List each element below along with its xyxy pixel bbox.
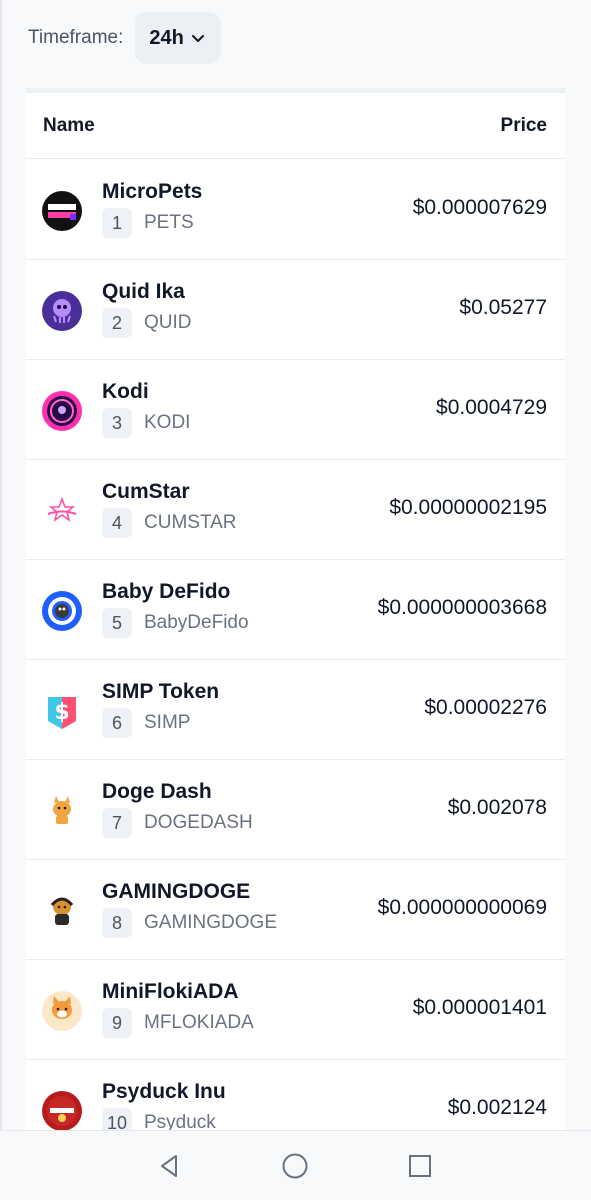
page: Timeframe: 24h Name Price MicroPets 1 PE…: [0, 0, 591, 1200]
coin-price: $0.00002276: [424, 696, 547, 719]
coin-symbol: GAMINGDOGE: [144, 912, 278, 933]
coin-symbol: MFLOKIADA: [144, 1012, 254, 1033]
table-row[interactable]: Kodi 3 KODI $0.0004729: [26, 360, 565, 460]
cumstar-logo-icon: [42, 491, 82, 531]
coin-name: Psyduck Inu: [102, 1080, 226, 1103]
rank-badge: 8: [102, 908, 132, 938]
coin-table: Name Price MicroPets 1 PETS $0.000007629: [26, 88, 565, 1133]
coin-name: GAMINGDOGE: [102, 880, 251, 903]
coin-price: $0.000007629: [412, 196, 547, 219]
gamingdoge-logo-icon: [42, 891, 82, 931]
timeframe-bar: Timeframe: 24h: [28, 12, 222, 64]
coin-price: $0.00000002195: [389, 496, 547, 519]
table-row[interactable]: Psyduck Inu 10 Psyduck $0.002124: [26, 1060, 565, 1133]
table-header: Name Price: [26, 93, 565, 159]
table-row[interactable]: MicroPets 1 PETS $0.000007629: [26, 160, 565, 260]
left-border: [0, 0, 2, 1130]
timeframe-value: 24h: [149, 26, 184, 49]
home-circle-icon[interactable]: [281, 1152, 309, 1180]
coin-symbol: CUMSTAR: [144, 512, 237, 533]
coin-price: $0.002124: [447, 1096, 547, 1119]
table-row[interactable]: MiniFlokiADA 9 MFLOKIADA $0.000001401: [26, 960, 565, 1060]
simp-token-logo-icon: $: [42, 691, 82, 731]
kodi-logo-icon: [42, 391, 82, 431]
name-column-header[interactable]: Name: [43, 115, 95, 137]
coin-symbol: BabyDeFido: [144, 612, 249, 633]
price-column-header[interactable]: Price: [501, 115, 547, 137]
chevron-down-icon: [191, 35, 204, 42]
table-row[interactable]: Quid Ika 2 QUID $0.05277: [26, 260, 565, 360]
svg-text:$: $: [54, 700, 69, 725]
coin-symbol: DOGEDASH: [144, 812, 253, 833]
coin-name: MicroPets: [102, 180, 203, 203]
coin-symbol: QUID: [144, 312, 192, 333]
coin-meta: 3 KODI: [102, 408, 190, 438]
coin-symbol: SIMP: [144, 712, 191, 733]
coin-price: $0.002078: [447, 796, 547, 819]
table-row[interactable]: Doge Dash 7 DOGEDASH $0.002078: [26, 760, 565, 860]
coin-price: $0.000000000069: [377, 896, 547, 919]
table-row[interactable]: GAMINGDOGE 8 GAMINGDOGE $0.000000000069: [26, 860, 565, 960]
coin-name: SIMP Token: [102, 680, 220, 703]
rank-badge: 7: [102, 808, 132, 838]
coin-symbol: PETS: [144, 212, 194, 233]
doge-dash-logo-icon: [42, 791, 82, 831]
recents-square-icon[interactable]: [407, 1153, 433, 1179]
timeframe-select[interactable]: 24h: [135, 12, 222, 64]
table-row[interactable]: Baby DeFido 5 BabyDeFido $0.000000003668: [26, 560, 565, 660]
coin-meta: 6 SIMP: [102, 708, 190, 738]
baby-defido-logo-icon: [42, 591, 82, 631]
table-rows: MicroPets 1 PETS $0.000007629 Quid Ika 2…: [26, 160, 565, 1133]
coin-name: CumStar: [102, 480, 190, 503]
coin-meta: 9 MFLOKIADA: [102, 1008, 254, 1038]
coin-meta: 1 PETS: [102, 208, 194, 238]
rank-badge: 1: [102, 208, 132, 238]
rank-badge: 3: [102, 408, 132, 438]
table-row[interactable]: CumStar 4 CUMSTAR $0.00000002195: [26, 460, 565, 560]
coin-name: Quid Ika: [102, 280, 185, 303]
timeframe-label: Timeframe:: [28, 27, 124, 48]
system-navigation-bar: [0, 1130, 591, 1200]
rank-badge: 6: [102, 708, 132, 738]
coin-price: $0.000000003668: [377, 596, 547, 619]
coin-name: MiniFlokiADA: [102, 980, 239, 1003]
quid-ika-logo-icon: [42, 291, 82, 331]
coin-meta: 8 GAMINGDOGE: [102, 908, 277, 938]
coin-name: Doge Dash: [102, 780, 212, 803]
coin-meta: 2 QUID: [102, 308, 192, 338]
coin-meta: 7 DOGEDASH: [102, 808, 253, 838]
minifloki-ada-logo-icon: [42, 991, 82, 1031]
rank-badge: 5: [102, 608, 132, 638]
coin-meta: 5 BabyDeFido: [102, 608, 249, 638]
rank-badge: 9: [102, 1008, 132, 1038]
coin-price: $0.000001401: [412, 996, 547, 1019]
coin-price: $0.05277: [459, 296, 547, 319]
back-triangle-icon[interactable]: [156, 1153, 182, 1179]
psyduck-inu-logo-icon: [42, 1091, 82, 1131]
rank-badge: 4: [102, 508, 132, 538]
table-row[interactable]: $ SIMP Token 6 SIMP $0.00002276: [26, 660, 565, 760]
rank-badge: 2: [102, 308, 132, 338]
coin-price: $0.0004729: [436, 396, 547, 419]
coin-meta: 4 CUMSTAR: [102, 508, 237, 538]
micropets-logo-icon: [42, 191, 82, 231]
coin-symbol: KODI: [144, 412, 191, 433]
coin-name: Kodi: [102, 380, 149, 403]
coin-name: Baby DeFido: [102, 580, 231, 603]
